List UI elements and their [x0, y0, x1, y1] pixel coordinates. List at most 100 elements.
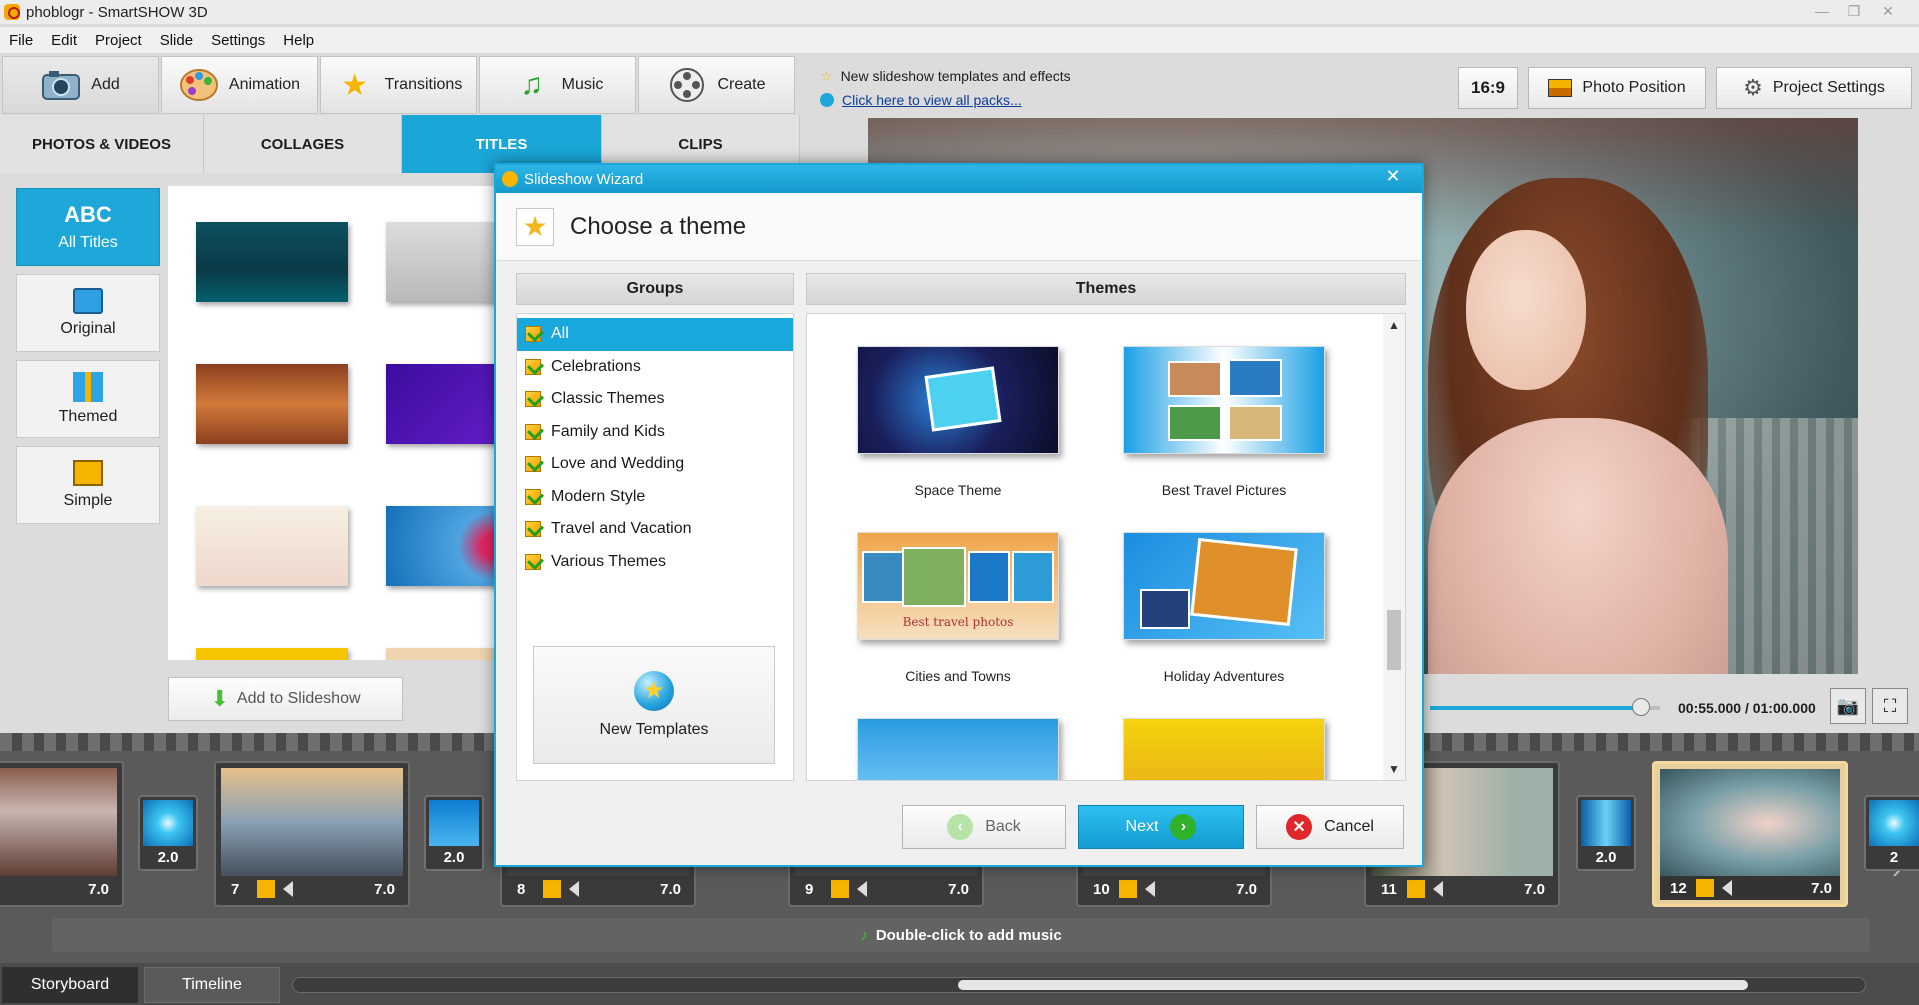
- themes-scrollbar[interactable]: ▲ ▼: [1383, 314, 1405, 780]
- group-item-all[interactable]: All: [517, 318, 793, 351]
- category-original[interactable]: Original: [16, 274, 160, 352]
- storyboard-slide-selected[interactable]: 12 7.0: [1652, 761, 1848, 907]
- theme-cities-and-towns[interactable]: Best travel photos Cities and Towns: [853, 532, 1063, 684]
- category-all-titles[interactable]: ABC All Titles: [16, 188, 160, 266]
- menu-settings[interactable]: Settings: [202, 32, 274, 49]
- scroll-down-icon[interactable]: ▼: [1383, 762, 1405, 776]
- group-item-celebrations[interactable]: Celebrations: [517, 351, 793, 384]
- storyboard-transition[interactable]: 2.0: [1576, 795, 1636, 871]
- dialog-heading: Choose a theme: [570, 212, 747, 240]
- category-themed[interactable]: Themed: [16, 360, 160, 438]
- playback-progress: [1430, 706, 1641, 710]
- title-thumbnail[interactable]: [196, 648, 348, 660]
- tab-collages[interactable]: COLLAGES: [204, 115, 402, 173]
- abc-icon: ABC: [64, 202, 112, 227]
- edit-pencil-icon[interactable]: [1119, 880, 1137, 898]
- slide-duration: 7.0: [1811, 879, 1832, 897]
- new-templates-button[interactable]: New Templates: [533, 646, 775, 764]
- playback-slider[interactable]: [1430, 698, 1660, 716]
- title-categories: ABC All Titles Original Themed Simple: [16, 188, 160, 532]
- theme-best-travel-pictures[interactable]: Best Travel Pictures: [1119, 346, 1329, 498]
- speaker-icon[interactable]: [857, 881, 867, 897]
- themes-gallery: Space Theme Best Travel Pictures Best tr…: [806, 313, 1406, 781]
- group-item-family-and-kids[interactable]: Family and Kids: [517, 416, 793, 449]
- aspect-ratio-button[interactable]: 16:9: [1458, 67, 1518, 109]
- theme-label: Best Travel Pictures: [1161, 482, 1287, 498]
- maximize-icon[interactable]: ❐: [1840, 0, 1868, 24]
- slide-duration: 7.0: [374, 880, 395, 898]
- speaker-icon[interactable]: [1145, 881, 1155, 897]
- tab-photos-videos[interactable]: PHOTOS & VIDEOS: [0, 115, 204, 173]
- dialog-close-icon[interactable]: ✕: [1370, 166, 1416, 188]
- group-item-various-themes[interactable]: Various Themes: [517, 546, 793, 579]
- photo-icon: [1548, 79, 1573, 97]
- menu-file[interactable]: File: [0, 32, 42, 49]
- title-thumbnail[interactable]: [196, 364, 348, 444]
- view-packs-link[interactable]: Click here to view all packs...: [842, 92, 1022, 108]
- group-item-travel-and-vacation[interactable]: Travel and Vacation: [517, 513, 793, 546]
- tab-music[interactable]: ♫ Music: [479, 56, 636, 114]
- speaker-icon[interactable]: [569, 881, 579, 897]
- scroll-up-icon[interactable]: ▲: [1383, 318, 1405, 332]
- next-arrow-icon: ›: [1170, 814, 1197, 840]
- next-button[interactable]: Next ›: [1078, 805, 1244, 849]
- edit-pencil-icon[interactable]: [543, 880, 561, 898]
- slide-number: 9: [805, 880, 814, 898]
- title-thumbnail[interactable]: [196, 222, 348, 302]
- group-item-classic-themes[interactable]: Classic Themes: [517, 383, 793, 416]
- fullscreen-icon[interactable]: ⛶: [1872, 688, 1908, 724]
- edit-pencil-icon[interactable]: [257, 880, 275, 898]
- storyboard-transition[interactable]: 2.0: [138, 795, 198, 871]
- menu-help[interactable]: Help: [274, 32, 323, 49]
- scrollbar-thumb[interactable]: [958, 980, 1748, 990]
- speaker-icon[interactable]: [283, 881, 293, 897]
- project-settings-button[interactable]: ⚙ Project Settings: [1716, 67, 1912, 109]
- photo-position-button[interactable]: Photo Position: [1528, 67, 1706, 109]
- palette-icon: [179, 65, 219, 105]
- tab-animation[interactable]: Animation: [161, 56, 318, 114]
- edit-pencil-icon[interactable]: [1407, 880, 1425, 898]
- star-icon: ★: [341, 68, 369, 102]
- themes-scrollbar-thumb[interactable]: [1387, 610, 1401, 670]
- horizontal-scrollbar[interactable]: [292, 977, 1866, 993]
- category-simple[interactable]: Simple: [16, 446, 160, 524]
- menu-project[interactable]: Project: [86, 32, 151, 49]
- title-thumbnail[interactable]: [196, 506, 348, 586]
- music-track[interactable]: ♪ Double-click to add music: [52, 918, 1870, 952]
- theme-holiday-adventures[interactable]: Holiday Adventures: [1119, 532, 1329, 684]
- theme-thumbnail[interactable]: [853, 718, 1063, 780]
- theme-thumbnail[interactable]: [1119, 718, 1329, 780]
- speaker-icon[interactable]: [1722, 880, 1732, 896]
- menu-slide[interactable]: Slide: [151, 32, 202, 49]
- menu-edit[interactable]: Edit: [42, 32, 86, 49]
- cancel-button[interactable]: ✕ Cancel: [1256, 805, 1404, 849]
- speaker-icon[interactable]: [1433, 881, 1443, 897]
- tab-add[interactable]: Add: [2, 56, 159, 114]
- storyboard-transition[interactable]: 2.0: [424, 795, 484, 871]
- title-thumbnail[interactable]: [386, 364, 498, 444]
- close-window-icon[interactable]: ✕: [1874, 0, 1902, 24]
- camera-icon: [41, 65, 81, 105]
- storyboard-transition[interactable]: 2: [1864, 795, 1919, 871]
- title-thumbnail[interactable]: [386, 222, 498, 302]
- theme-space[interactable]: Space Theme: [853, 346, 1063, 498]
- back-button[interactable]: ‹ Back: [902, 805, 1066, 849]
- tab-create[interactable]: Create: [638, 56, 795, 114]
- add-to-slideshow-button[interactable]: ⬇ Add to Slideshow: [168, 677, 403, 721]
- title-thumbnail[interactable]: [386, 506, 498, 586]
- tab-transitions[interactable]: ★ Transitions: [320, 56, 477, 114]
- edit-pencil-icon[interactable]: [831, 880, 849, 898]
- storyboard-slide[interactable]: 7.0: [0, 761, 124, 907]
- edit-pencil-icon[interactable]: [1696, 879, 1714, 897]
- globe-star-icon: [634, 671, 674, 711]
- music-note-icon: ♫: [520, 68, 543, 101]
- playback-knob[interactable]: [1631, 698, 1650, 716]
- storyboard-slide[interactable]: 7 7.0: [214, 761, 410, 907]
- tab-timeline[interactable]: Timeline: [144, 967, 280, 1003]
- snapshot-camera-icon[interactable]: 📷: [1830, 688, 1866, 724]
- tab-storyboard[interactable]: Storyboard: [2, 967, 138, 1003]
- group-item-modern-style[interactable]: Modern Style: [517, 481, 793, 514]
- title-thumbnail[interactable]: [386, 648, 498, 660]
- minimize-icon[interactable]: —: [1808, 0, 1836, 24]
- group-item-love-and-wedding[interactable]: Love and Wedding: [517, 448, 793, 481]
